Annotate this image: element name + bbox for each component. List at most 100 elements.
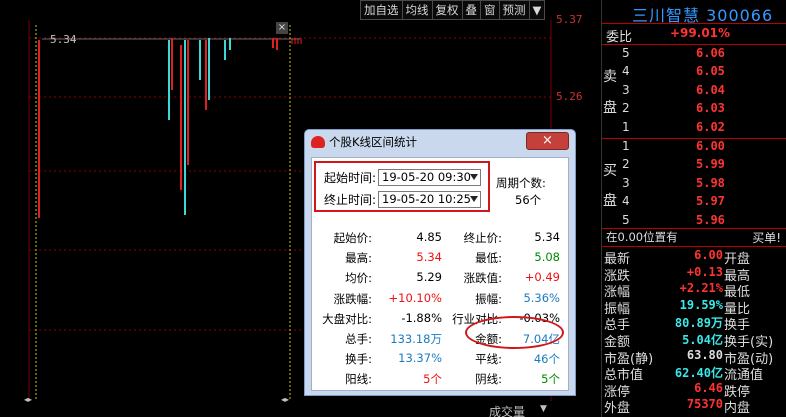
stat-label: 振幅:	[475, 291, 502, 306]
quote-row: 总市值 62.40亿 流通值	[602, 364, 786, 383]
dialog-titlebar[interactable]: 个股K线区间统计 ×	[305, 130, 575, 154]
quote-value: +0.13	[686, 264, 723, 279]
stat-label: 换手:	[345, 352, 372, 367]
sell-level-price: 6.05	[696, 64, 725, 79]
stat-label: 终止价:	[463, 231, 502, 245]
stat-value: 46个	[533, 352, 560, 367]
stat-label: 总手:	[345, 332, 372, 346]
overlay-button[interactable]: 叠	[462, 0, 481, 20]
stat-label: 涨跌幅:	[333, 291, 372, 306]
quote-row: 金额 5.04亿 换手(实)	[602, 331, 786, 350]
stats-row: 最高: 5.34 最低: 5.08	[312, 250, 568, 266]
stat-label: 最低:	[475, 251, 502, 266]
sell-level-number: 5	[622, 46, 630, 60]
sell-level-row[interactable]: 5 6.06	[602, 46, 786, 64]
candle	[168, 40, 170, 120]
period-count-value: 56个	[515, 193, 542, 207]
stat-value: 5.36%	[523, 290, 560, 305]
end-time-select[interactable]: 19-05-20 10:25	[378, 191, 481, 208]
order-list-row: 在0.00位置有 买单!	[604, 229, 786, 245]
dialog-title: 个股K线区间统计	[329, 135, 418, 149]
buy-level-price: 5.97	[696, 194, 725, 209]
moving-average-button[interactable]: 均线	[402, 0, 433, 20]
quote-row: 涨幅 +2.21% 最低	[602, 281, 786, 300]
start-time-select[interactable]: 19-05-20 09:30	[378, 169, 481, 186]
right-range-handle-icon[interactable]: ◂▸	[281, 395, 289, 404]
time-range-highlight: 起始时间: 19-05-20 09:30 终止时间: 19-05-20 10:2…	[314, 161, 490, 212]
stats-row: 阳线: 5个 阴线: 5个	[312, 371, 568, 387]
stat-value: 133.18万	[390, 332, 442, 346]
stats-row: 换手: 13.37% 平线: 46个	[312, 351, 568, 367]
buy-level-price: 5.96	[696, 212, 725, 227]
dialog-body: 起始时间: 19-05-20 09:30 终止时间: 19-05-20 10:2…	[311, 157, 569, 391]
kline-range-stats-dialog: 个股K线区间统计 × 起始时间: 19-05-20 09:30 终止时间: 19…	[304, 129, 576, 396]
order-list-label: 在0.00位置有	[606, 230, 678, 244]
period-count-label: 周期个数:	[496, 176, 546, 190]
quote-value: 80.89万	[674, 316, 723, 331]
candle	[224, 40, 226, 60]
stats-row: 起始价: 4.85 终止价: 5.34	[312, 230, 568, 246]
buy-level-row[interactable]: 4 5.97	[602, 194, 786, 212]
end-time-label: 终止时间:	[324, 193, 377, 207]
quote-label-secondary: 内盘	[724, 401, 751, 417]
sell-level-row[interactable]: 3 6.04	[602, 83, 786, 101]
stat-value: 13.37%	[398, 351, 442, 366]
sell-level-number: 4	[622, 64, 630, 79]
stat-value: +0.49	[524, 270, 560, 285]
stat-value: 5个	[423, 372, 442, 387]
dialog-close-button[interactable]: ×	[526, 132, 569, 150]
quote-value: +2.21%	[679, 281, 723, 296]
buy-level-row[interactable]: 1 6.00	[602, 139, 786, 157]
range-close-icon[interactable]: ×	[276, 22, 288, 34]
sell-level-price: 6.04	[696, 82, 725, 97]
stats-row: 均价: 5.29 涨跌值: +0.49	[312, 270, 568, 286]
stat-value: 5.34	[534, 230, 560, 244]
buy-level-row[interactable]: 3 5.98	[602, 176, 786, 194]
candle	[38, 40, 40, 218]
sell-level-price: 6.03	[696, 101, 725, 116]
quote-value: 63.80	[686, 347, 723, 362]
sell-level-number: 3	[622, 82, 630, 97]
volume-indicator-button[interactable]: 成交量	[489, 403, 525, 417]
quote-row: 涨跌 +0.13 最高	[602, 264, 786, 284]
stat-value: +10.10%	[388, 290, 443, 305]
buy-order-button[interactable]: 买单!	[752, 229, 781, 246]
toolbar-dropdown-button[interactable]: ▼	[529, 0, 546, 20]
quote-row: 涨停 6.46 跌停	[602, 381, 786, 400]
candle	[199, 40, 201, 80]
buy-level-row[interactable]: 2 5.99	[602, 157, 786, 175]
stat-label: 平线:	[475, 352, 502, 367]
stat-value: 5.34	[416, 250, 442, 265]
stat-label: 阴线:	[475, 372, 502, 387]
candle	[205, 40, 207, 110]
adjust-price-button[interactable]: 复权	[432, 0, 463, 20]
buy-level-number: 2	[622, 157, 630, 172]
buy-level-number: 3	[622, 175, 630, 190]
sell-level-row[interactable]: 4 6.05	[602, 64, 786, 82]
sell-level-row[interactable]: 2 6.03	[602, 101, 786, 119]
quote-value: 6.00	[694, 248, 723, 262]
quote-value: 5.04亿	[682, 333, 723, 347]
quote-row: 市盈(静) 63.80 市盈(动)	[602, 347, 786, 367]
stat-value: 5.08	[534, 250, 560, 265]
candle	[208, 38, 210, 100]
quote-row: 总手 80.89万 换手	[602, 314, 786, 333]
forecast-button[interactable]: 预测	[499, 0, 530, 20]
buy-level-number: 5	[622, 212, 630, 227]
volume-dropdown-icon[interactable]: ▼	[540, 404, 547, 414]
buy-level-price: 6.00	[696, 139, 725, 153]
sell-level-row[interactable]: 1 6.02	[602, 120, 786, 138]
add-favorite-button[interactable]: 加自选	[360, 0, 403, 20]
buy-level-price: 5.98	[696, 175, 725, 190]
price-axis-label-top: 5.37	[556, 13, 583, 26]
left-range-handle-icon[interactable]: ◂▸	[24, 395, 32, 404]
quote-row: 外盘 75370 内盘	[602, 397, 786, 417]
quote-value: 19.59%	[679, 297, 723, 312]
quote-panel: 三川智慧 300066 委比 +99.01% 卖 盘 5 6.06 4 6.05 3 6.…	[601, 0, 786, 417]
start-time-label: 起始时间:	[324, 171, 377, 185]
quote-row: 振幅 19.59% 量比	[602, 297, 786, 317]
window-button[interactable]: 窗	[481, 0, 500, 20]
candle	[229, 38, 231, 50]
candle	[180, 45, 182, 190]
ref-price-label: 5.34	[50, 33, 77, 46]
